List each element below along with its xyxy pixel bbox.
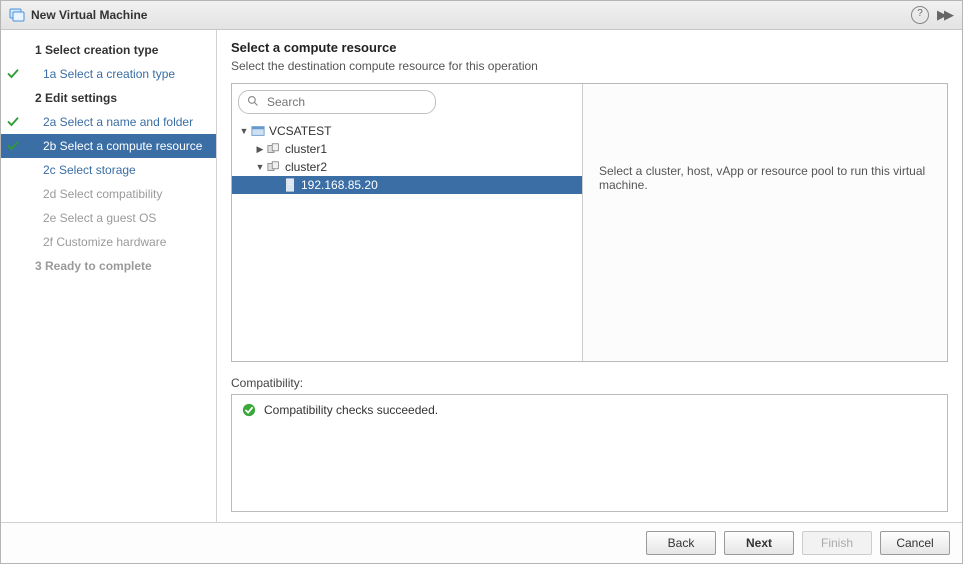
- step-header: Select a compute resource Select the des…: [231, 40, 948, 83]
- step-2f: 2f Customize hardware: [1, 230, 216, 254]
- wizard-footer: Back Next Finish Cancel: [1, 522, 962, 563]
- step-3: 3 Ready to complete: [1, 254, 216, 278]
- datacenter-icon: [250, 123, 266, 139]
- main-content: Select a compute resource Select the des…: [217, 30, 962, 522]
- next-button[interactable]: Next: [724, 531, 794, 555]
- vm-icon: [9, 7, 25, 23]
- cluster-icon: [266, 159, 282, 175]
- search-icon: [247, 95, 259, 110]
- compatibility-box: Compatibility checks succeeded.: [231, 394, 948, 512]
- tree-node-label: cluster1: [285, 142, 327, 156]
- finish-button: Finish: [802, 531, 872, 555]
- step-2a[interactable]: 2a Select a name and folder: [1, 110, 216, 134]
- wizard-body: 1 Select creation type 1a Select a creat…: [1, 30, 962, 522]
- step-2[interactable]: 2 Edit settings: [1, 86, 216, 110]
- step-2b[interactable]: 2b Select a compute resource: [1, 134, 216, 158]
- check-icon: [7, 116, 19, 128]
- hint-panel: Select a cluster, host, vApp or resource…: [583, 84, 947, 361]
- tree-node-label: VCSATEST: [269, 124, 331, 138]
- search-box[interactable]: [238, 90, 436, 114]
- tree-node-label: cluster2: [285, 160, 327, 174]
- check-icon: [7, 140, 19, 152]
- compatibility-result: Compatibility checks succeeded.: [242, 403, 937, 417]
- tree-node-label: 192.168.85.20: [301, 178, 378, 192]
- help-icon[interactable]: ?: [911, 6, 929, 24]
- cluster-icon: [266, 141, 282, 157]
- expand-icon[interactable]: ▶▶: [937, 7, 954, 23]
- cancel-button[interactable]: Cancel: [880, 531, 950, 555]
- resource-tree[interactable]: ▼ VCSATEST ▶ cluster1: [232, 120, 582, 361]
- host-icon: [282, 177, 298, 193]
- expand-toggle[interactable]: ▶: [254, 144, 266, 155]
- compatibility-label: Compatibility:: [231, 376, 948, 390]
- title-bar: New Virtual Machine ? ▶▶: [1, 1, 962, 30]
- step-2c[interactable]: 2c Select storage: [1, 158, 216, 182]
- window-title: New Virtual Machine: [31, 8, 911, 22]
- tree-node-datacenter[interactable]: ▼ VCSATEST: [232, 122, 582, 140]
- compatibility-message: Compatibility checks succeeded.: [264, 403, 438, 417]
- collapse-toggle[interactable]: ▼: [254, 162, 266, 172]
- compatibility-section: Compatibility: Compatibility checks succ…: [231, 376, 948, 512]
- wizard-steps: 1 Select creation type 1a Select a creat…: [1, 30, 217, 522]
- hint-text: Select a cluster, host, vApp or resource…: [599, 164, 925, 192]
- back-button[interactable]: Back: [646, 531, 716, 555]
- step-1[interactable]: 1 Select creation type: [1, 38, 216, 62]
- step-1a[interactable]: 1a Select a creation type: [1, 62, 216, 86]
- tree-node-host[interactable]: 192.168.85.20: [232, 176, 582, 194]
- step-title: Select a compute resource: [231, 40, 948, 55]
- step-2d: 2d Select compatibility: [1, 182, 216, 206]
- step-subtitle: Select the destination compute resource …: [231, 59, 948, 73]
- tree-node-cluster[interactable]: ▼ cluster2: [232, 158, 582, 176]
- collapse-toggle[interactable]: ▼: [238, 126, 250, 136]
- tree-node-cluster[interactable]: ▶ cluster1: [232, 140, 582, 158]
- check-icon: [7, 68, 19, 80]
- success-icon: [242, 403, 256, 417]
- tree-panel: ▼ VCSATEST ▶ cluster1: [232, 84, 583, 361]
- resource-picker: ▼ VCSATEST ▶ cluster1: [231, 83, 948, 362]
- search-input[interactable]: [265, 94, 427, 110]
- step-2e: 2e Select a guest OS: [1, 206, 216, 230]
- wizard-window: New Virtual Machine ? ▶▶ 1 Select creati…: [0, 0, 963, 564]
